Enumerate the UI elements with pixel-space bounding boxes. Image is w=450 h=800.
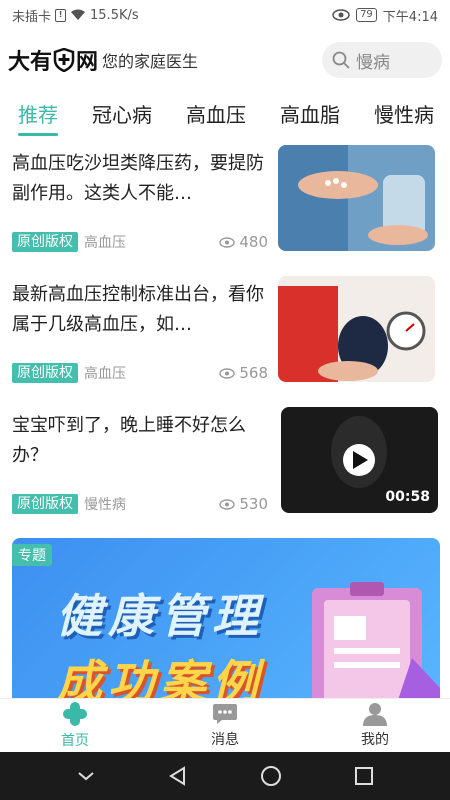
recent-apps-icon[interactable]: [354, 766, 374, 786]
profile-icon: [363, 703, 387, 726]
tab-hypertension[interactable]: 高血压: [186, 95, 246, 128]
home-icon[interactable]: [260, 765, 282, 787]
battery-icon: 79: [356, 8, 377, 22]
system-navigation-bar: [0, 752, 450, 800]
search-placeholder: 慢病: [356, 52, 390, 73]
logo-text-2: 网: [76, 50, 99, 75]
search-bar[interactable]: 慢病: [322, 42, 442, 78]
article-title: 高血压吃沙坦类降压药，要提防副作用。这类人不能…: [12, 153, 264, 204]
article-item[interactable]: 高血压吃沙坦类降压药，要提防副作用。这类人不能… 原创版权 高血压 480: [0, 145, 450, 255]
nav-messages[interactable]: 消息: [150, 699, 300, 752]
view-count: 568: [219, 364, 268, 382]
original-badge: 原创版权: [12, 363, 78, 383]
banner-title-line1: 健康管理: [56, 589, 264, 643]
category-tabs: 推荐 冠心病 高血压 高血脂 慢性病: [0, 95, 450, 139]
home-cross-icon: [63, 702, 87, 726]
tab-recommend[interactable]: 推荐: [18, 95, 58, 136]
article-tag: 慢性病: [84, 497, 126, 513]
video-duration: 00:58: [385, 489, 430, 505]
view-count-value: 568: [239, 364, 268, 382]
tab-coronary[interactable]: 冠心病: [92, 95, 152, 128]
video-thumbnail[interactable]: 00:58: [281, 407, 438, 513]
carrier-text: 未插卡: [12, 9, 52, 25]
eye-icon: [219, 236, 236, 248]
slogan: 您的家庭医生: [102, 52, 199, 71]
article-title: 最新高血压控制标准出台，看你属于几级高血压，如…: [12, 284, 264, 335]
article-meta: 原创版权 高血压 568: [12, 362, 268, 384]
view-count-value: 530: [239, 495, 268, 513]
app-header: 大有 网 您的家庭医生 慢病: [0, 36, 450, 84]
nav-home-label: 首页: [61, 733, 89, 749]
article-title: 宝宝吓到了，晚上睡不好怎么办？: [12, 415, 246, 466]
search-icon: [332, 51, 350, 69]
eye-icon: [219, 367, 236, 379]
sim-alert-icon: !: [55, 8, 67, 22]
article-tag: 高血压: [84, 235, 126, 251]
status-bar: 未插卡 ! 15.5K/s 79 下午4:14: [0, 0, 450, 30]
article-item[interactable]: 宝宝吓到了，晚上睡不好怎么办？ 原创版权 慢性病 530 00:58: [0, 407, 450, 517]
article-thumbnail: [278, 145, 435, 251]
article-thumbnail: [278, 276, 435, 382]
nav-messages-label: 消息: [211, 732, 239, 748]
topic-banner[interactable]: 专题 健康管理 成功案例: [12, 538, 440, 718]
nav-home[interactable]: 首页: [0, 699, 150, 752]
view-count-value: 480: [239, 233, 268, 251]
view-count: 480: [219, 233, 268, 251]
view-count: 530: [219, 495, 268, 513]
article-meta: 原创版权 高血压 480: [12, 231, 268, 253]
tab-chronic[interactable]: 慢性病: [374, 95, 434, 128]
message-icon: [213, 704, 237, 724]
article-tag: 高血压: [84, 366, 126, 382]
original-badge: 原创版权: [12, 232, 78, 252]
wifi-icon: [71, 9, 86, 20]
original-badge: 原创版权: [12, 494, 78, 514]
nav-profile[interactable]: 我的: [300, 699, 450, 752]
network-speed: 15.5K/s: [90, 7, 139, 23]
topic-badge: 专题: [12, 544, 52, 566]
eye-comfort-icon: [332, 9, 350, 21]
bottom-navigation: 首页 消息 我的: [0, 698, 450, 752]
eye-icon: [219, 498, 236, 510]
nav-profile-label: 我的: [361, 732, 389, 748]
back-icon[interactable]: [168, 766, 188, 786]
shield-cross-icon: [53, 48, 75, 72]
hide-nav-icon[interactable]: [76, 770, 96, 782]
clock: 下午4:14: [382, 9, 438, 25]
article-meta: 原创版权 慢性病 530: [12, 493, 268, 515]
logo-text-1: 大有: [8, 50, 53, 75]
tab-hyperlipidemia[interactable]: 高血脂: [280, 95, 340, 128]
app-logo: 大有 网: [8, 44, 98, 76]
article-item[interactable]: 最新高血压控制标准出台，看你属于几级高血压，如… 原创版权 高血压 568: [0, 276, 450, 386]
